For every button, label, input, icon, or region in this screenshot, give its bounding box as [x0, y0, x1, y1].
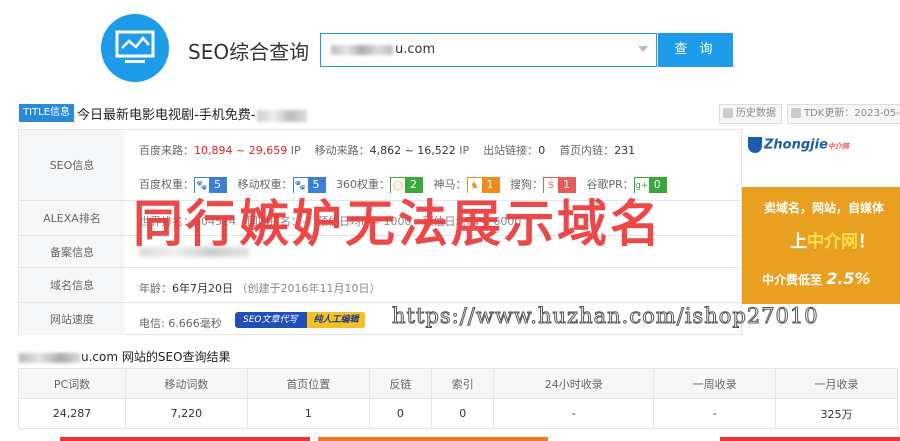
backlinks-value[interactable]: 0: [368, 398, 433, 429]
row-divider: [125, 302, 741, 303]
blurred-title: [257, 109, 308, 122]
url-watermark-text: https://www.huzhan.com/ishop27010: [392, 304, 819, 329]
speed-text: 电信: 6.666毫秒: [139, 317, 222, 330]
index-value[interactable]: 0: [431, 398, 495, 429]
ad-line-3: 中介费低至 2.5%: [762, 269, 871, 288]
week-value: -: [653, 398, 777, 429]
col-month: 一月收录: [775, 368, 898, 399]
row-divider: [125, 267, 741, 268]
month-value[interactable]: 325万: [775, 398, 898, 429]
col-homepage-position: 首页位置: [246, 368, 370, 399]
col-pc-words: PC词数: [18, 368, 126, 399]
ad-line-1: 卖域名，网站，自媒体: [764, 201, 885, 215]
bottom-strip: [720, 437, 900, 441]
alexa-label: ALEXA排名: [19, 201, 125, 236]
col-index: 索引: [431, 368, 495, 399]
homepage-links-value[interactable]: 231: [614, 144, 635, 157]
blurred-domain: [19, 352, 81, 363]
monitor-chart-icon: [115, 30, 155, 63]
domain-label: 域名信息: [19, 268, 125, 303]
col-mobile-words: 移动词数: [124, 368, 248, 399]
shield-icon: [748, 137, 762, 153]
outlinks-value[interactable]: 0: [538, 144, 545, 157]
results-header-row: PC词数 移动词数 首页位置 反链 索引 24小时收录 一周收录 一月收录: [18, 368, 898, 399]
seo-info-label: SEO信息: [19, 130, 125, 201]
ad-line-2: 上中介网！: [790, 232, 875, 252]
history-icon: [723, 108, 733, 118]
col-backlinks: 反链: [368, 368, 433, 399]
traffic-line: 百度来路：10,894 ~ 29,659 IP 移动来路：4,862 ~ 16,…: [139, 144, 636, 157]
col-24h: 24小时收录: [493, 368, 655, 399]
results-heading: u.com 网站的SEO查询结果: [19, 348, 231, 365]
beian-label: 备案信息: [19, 236, 125, 268]
dropdown-arrow-icon[interactable]: [638, 46, 648, 52]
blurred-domain: [331, 44, 393, 55]
mobile-traffic-value[interactable]: 4,862 ~ 16,522: [370, 144, 456, 157]
ad-header: Zhongjie中介网: [742, 129, 900, 189]
bottom-strip: [60, 437, 310, 441]
search-button[interactable]: 查 询: [658, 33, 733, 67]
seo-writing-promo[interactable]: SEO文章代写 纯人工编辑: [235, 312, 365, 328]
page-title-text: 今日最新电影电视剧-手机免费-: [77, 104, 308, 123]
brand-title: SEO综合查询: [188, 40, 310, 64]
domain-age-line: 年龄：6年7月20日 （创建于2016年11月10日）: [139, 282, 381, 295]
red-watermark-text: 同行嫉妒无法展示域名: [133, 194, 663, 253]
ad-logo: Zhongjie中介网: [748, 137, 849, 153]
results-table: PC词数 移动词数 首页位置 反链 索引 24小时收录 一周收录 一月收录 24…: [18, 368, 898, 429]
refresh-icon: [791, 108, 801, 118]
title-badge: TITLE信息: [19, 104, 75, 122]
seo-logo[interactable]: [101, 14, 169, 82]
baidu-traffic-value[interactable]: 10,894 ~ 29,659: [194, 144, 287, 157]
bottom-strip: [318, 437, 548, 441]
history-button[interactable]: 历史数据: [719, 104, 782, 124]
search-input[interactable]: u.com: [320, 33, 657, 67]
search-input-value: u.com: [331, 42, 435, 57]
mobile-words-value[interactable]: 7,220: [124, 398, 248, 429]
24h-value: -: [493, 398, 655, 429]
tdk-update-button[interactable]: TDK更新：2023-05-10: [787, 104, 900, 124]
pc-words-value[interactable]: 24,287: [18, 398, 126, 429]
speed-label: 网站速度: [19, 303, 125, 335]
table-row: 24,287 7,220 1 0 0 - - 325万: [18, 398, 898, 429]
zhongjie-ad-banner[interactable]: Zhongjie中介网 卖域名，网站，自媒体 上中介网！ 中介费低至 2.5%: [742, 129, 900, 304]
homepage-position-value[interactable]: 1: [246, 398, 370, 429]
col-week: 一周收录: [653, 368, 777, 399]
